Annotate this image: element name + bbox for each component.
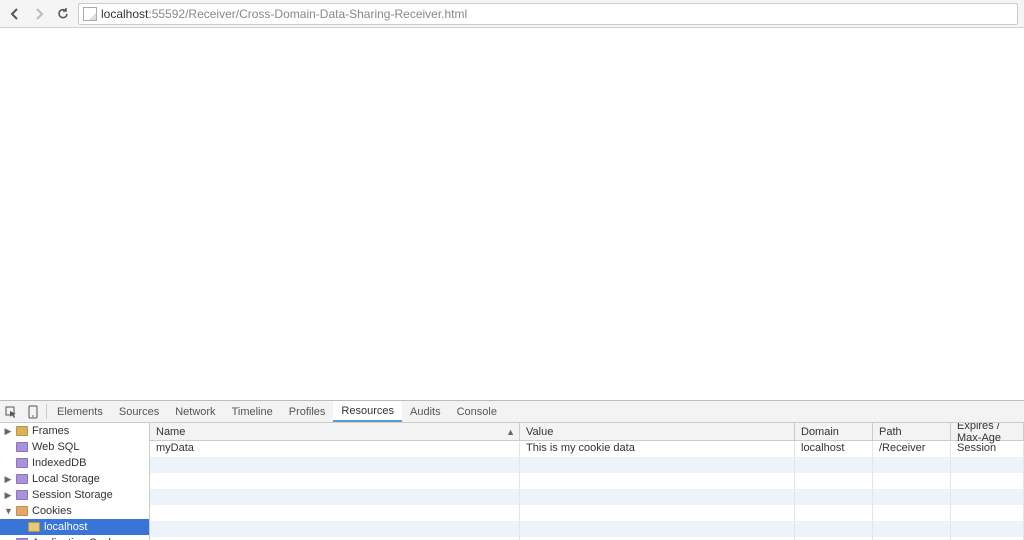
folder-icon xyxy=(16,474,28,484)
tab-resources[interactable]: Resources xyxy=(333,401,402,422)
sidebar-item-label: localhost xyxy=(44,521,87,533)
cookies-table: Name▲ Value Domain Path Expires / Max-Ag… xyxy=(150,423,1024,540)
sidebar-item-web-sql[interactable]: Web SQL xyxy=(0,439,149,455)
folder-icon xyxy=(16,506,28,516)
table-row[interactable]: myDataThis is my cookie datalocalhost/Re… xyxy=(150,441,1024,457)
url-text: localhost:55592/Receiver/Cross-Domain-Da… xyxy=(101,7,467,21)
chevron-icon: ▶ xyxy=(4,426,12,437)
devtools-tabbar: ElementsSourcesNetworkTimelineProfilesRe… xyxy=(0,401,1024,423)
device-icon[interactable] xyxy=(22,401,44,422)
sidebar-item-localhost[interactable]: localhost xyxy=(0,519,149,535)
tab-timeline[interactable]: Timeline xyxy=(224,401,281,422)
folder-icon xyxy=(28,522,40,532)
sidebar-item-application-cache[interactable]: Application Cache xyxy=(0,535,149,540)
inspect-icon[interactable] xyxy=(0,401,22,422)
devtools-panel: ElementsSourcesNetworkTimelineProfilesRe… xyxy=(0,400,1024,540)
tab-network[interactable]: Network xyxy=(167,401,223,422)
table-row[interactable] xyxy=(150,505,1024,521)
folder-icon xyxy=(16,458,28,468)
table-body[interactable]: myDataThis is my cookie datalocalhost/Re… xyxy=(150,441,1024,540)
sidebar-item-session-storage[interactable]: ▶ Session Storage xyxy=(0,487,149,503)
table-row[interactable] xyxy=(150,521,1024,537)
sidebar-item-frames[interactable]: ▶ Frames xyxy=(0,423,149,439)
browser-toolbar: localhost:55592/Receiver/Cross-Domain-Da… xyxy=(0,0,1024,28)
tab-elements[interactable]: Elements xyxy=(49,401,111,422)
sidebar-item-label: Local Storage xyxy=(32,473,100,485)
table-row[interactable] xyxy=(150,473,1024,489)
tab-sources[interactable]: Sources xyxy=(111,401,167,422)
table-row[interactable] xyxy=(150,457,1024,473)
table-header[interactable]: Name▲ Value Domain Path Expires / Max-Ag… xyxy=(150,423,1024,441)
folder-icon xyxy=(16,426,28,436)
chevron-icon: ▶ xyxy=(4,490,12,501)
page-viewport xyxy=(0,28,1024,400)
tab-audits[interactable]: Audits xyxy=(402,401,449,422)
sidebar-item-cookies[interactable]: ▼ Cookies xyxy=(0,503,149,519)
sidebar-item-label: Cookies xyxy=(32,505,72,517)
sidebar-item-label: IndexedDB xyxy=(32,457,86,469)
sidebar-item-label: Web SQL xyxy=(32,441,80,453)
sidebar-item-label: Frames xyxy=(32,425,69,437)
url-bar[interactable]: localhost:55592/Receiver/Cross-Domain-Da… xyxy=(78,3,1018,25)
tab-profiles[interactable]: Profiles xyxy=(281,401,334,422)
reload-button[interactable] xyxy=(54,5,72,23)
back-button[interactable] xyxy=(6,5,24,23)
forward-button[interactable] xyxy=(30,5,48,23)
sidebar-item-local-storage[interactable]: ▶ Local Storage xyxy=(0,471,149,487)
table-row[interactable] xyxy=(150,489,1024,505)
folder-icon xyxy=(16,442,28,452)
page-icon xyxy=(83,7,97,21)
sort-asc-icon: ▲ xyxy=(506,427,515,437)
chevron-icon: ▶ xyxy=(4,474,12,485)
sidebar-item-indexeddb[interactable]: IndexedDB xyxy=(0,455,149,471)
sidebar-item-label: Session Storage xyxy=(32,489,113,501)
resources-sidebar[interactable]: ▶ Frames Web SQL IndexedDB ▶ Local Storage ▶ Se… xyxy=(0,423,150,540)
chevron-icon: ▼ xyxy=(4,506,12,516)
tab-console[interactable]: Console xyxy=(449,401,505,422)
folder-icon xyxy=(16,490,28,500)
